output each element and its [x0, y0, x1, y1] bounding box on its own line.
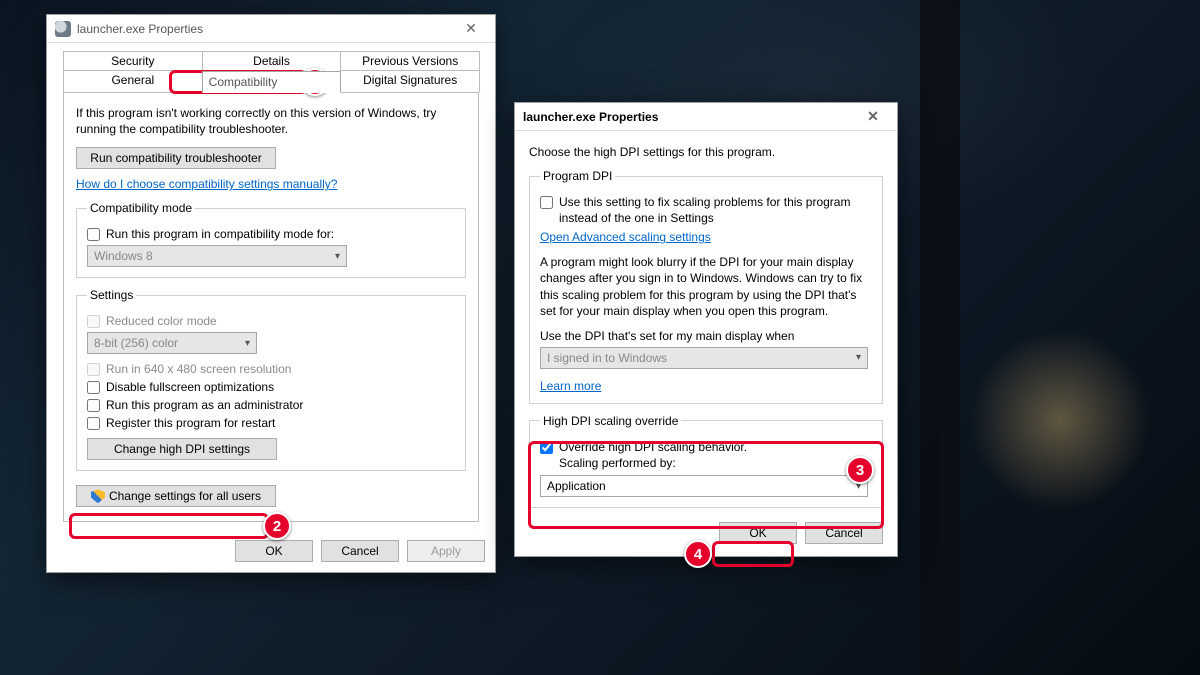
- change-all-users-button[interactable]: Change settings for all users: [76, 485, 276, 507]
- override-group: High DPI scaling override Override high …: [529, 414, 883, 508]
- use-dpi-when-label: Use the DPI that's set for my main displ…: [540, 329, 872, 343]
- compat-mode-checkbox[interactable]: Run this program in compatibility mode f…: [87, 227, 455, 241]
- tab-compatibility[interactable]: Compatibility: [202, 71, 342, 93]
- run-640x480-checkbox[interactable]: Run in 640 x 480 screen resolution: [87, 362, 455, 376]
- compat-note: If this program isn't working correctly …: [76, 105, 466, 137]
- blurry-note: A program might look blurry if the DPI f…: [540, 254, 872, 319]
- dialog-footer: OK Cancel Apply: [47, 530, 495, 572]
- tab-security[interactable]: Security: [63, 51, 203, 70]
- tab-general[interactable]: General: [63, 70, 203, 92]
- properties-dialog: launcher.exe Properties ✕ Security Detai…: [46, 14, 496, 573]
- advanced-scaling-link[interactable]: Open Advanced scaling settings: [540, 230, 711, 244]
- chevron-down-icon: ▾: [335, 251, 340, 262]
- program-dpi-legend: Program DPI: [540, 169, 615, 183]
- intro-text: Choose the high DPI settings for this pr…: [529, 145, 883, 159]
- run-as-admin-checkbox[interactable]: Run this program as an administrator: [87, 398, 455, 412]
- tab-details[interactable]: Details: [202, 51, 342, 70]
- reduced-color-checkbox[interactable]: Reduced color mode: [87, 314, 455, 328]
- compatibility-mode-legend: Compatibility mode: [87, 201, 195, 215]
- cancel-button[interactable]: Cancel: [805, 522, 883, 544]
- window-title: launcher.exe Properties: [77, 22, 203, 36]
- titlebar[interactable]: launcher.exe Properties ✕: [47, 15, 495, 43]
- color-mode-select[interactable]: 8-bit (256) color ▾: [87, 332, 257, 354]
- learn-more-link[interactable]: Learn more: [540, 379, 601, 393]
- cancel-button[interactable]: Cancel: [321, 540, 399, 562]
- apply-button[interactable]: Apply: [407, 540, 485, 562]
- tab-digital-signatures[interactable]: Digital Signatures: [340, 70, 480, 92]
- app-icon: [55, 21, 71, 37]
- scaling-by-select[interactable]: Application ▾: [540, 475, 868, 497]
- use-setting-checkbox[interactable]: Use this setting to fix scaling problems…: [540, 195, 872, 226]
- manual-settings-link[interactable]: How do I choose compatibility settings m…: [76, 177, 337, 191]
- ok-button[interactable]: OK: [235, 540, 313, 562]
- shield-icon: [91, 489, 105, 503]
- tab-previous-versions[interactable]: Previous Versions: [340, 51, 480, 70]
- close-icon[interactable]: ✕: [451, 17, 491, 41]
- compatibility-panel: If this program isn't working correctly …: [63, 92, 479, 522]
- dialog-footer: OK Cancel: [515, 514, 897, 556]
- override-legend: High DPI scaling override: [540, 414, 681, 428]
- run-troubleshooter-button[interactable]: Run compatibility troubleshooter: [76, 147, 276, 169]
- chevron-down-icon: ▾: [856, 352, 861, 363]
- settings-legend: Settings: [87, 288, 136, 302]
- close-icon[interactable]: ✕: [853, 105, 893, 129]
- change-high-dpi-button[interactable]: Change high DPI settings: [87, 438, 277, 460]
- register-restart-checkbox[interactable]: Register this program for restart: [87, 416, 455, 430]
- program-dpi-group: Program DPI Use this setting to fix scal…: [529, 169, 883, 404]
- high-dpi-dialog: launcher.exe Properties ✕ Choose the hig…: [514, 102, 898, 557]
- settings-group: Settings Reduced color mode 8-bit (256) …: [76, 288, 466, 471]
- compatibility-mode-group: Compatibility mode Run this program in c…: [76, 201, 466, 278]
- use-dpi-when-select[interactable]: I signed in to Windows ▾: [540, 347, 868, 369]
- override-checkbox[interactable]: Override high DPI scaling behavior. Scal…: [540, 440, 872, 471]
- chevron-down-icon: ▾: [856, 481, 861, 492]
- titlebar[interactable]: launcher.exe Properties ✕: [515, 103, 897, 131]
- disable-fullscreen-checkbox[interactable]: Disable fullscreen optimizations: [87, 380, 455, 394]
- compat-mode-select[interactable]: Windows 8 ▾: [87, 245, 347, 267]
- chevron-down-icon: ▾: [245, 338, 250, 349]
- tabs: Security Details Previous Versions Gener…: [63, 51, 479, 522]
- window-title: launcher.exe Properties: [523, 110, 658, 124]
- ok-button[interactable]: OK: [719, 522, 797, 544]
